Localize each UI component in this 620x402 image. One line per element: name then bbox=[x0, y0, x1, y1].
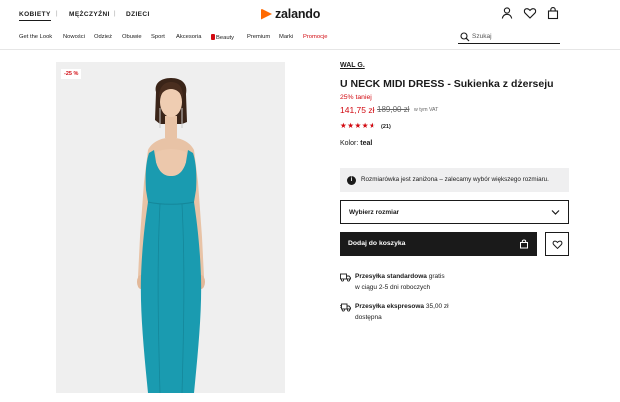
nav-item-beauty-label: Beauty bbox=[216, 35, 235, 41]
star-icon: ★ bbox=[361, 121, 369, 130]
nav-item-odziez[interactable]: Odzież bbox=[94, 34, 112, 40]
size-advice-banner: i Rozmiarówka jest zaniżona – zalecamy w… bbox=[340, 168, 569, 192]
nav-item-obuwie[interactable]: Obuwie bbox=[122, 34, 142, 40]
original-price: 189,00 zł bbox=[377, 105, 410, 114]
star-icon: ★ bbox=[354, 121, 362, 130]
heart-icon[interactable] bbox=[523, 6, 537, 20]
top-bar: KOBIETY | MĘŻCZYŹNI | DZIECI zalando bbox=[0, 0, 620, 28]
bag-icon[interactable] bbox=[546, 6, 560, 20]
nav-item-akcesoria[interactable]: Akcesoria bbox=[176, 34, 201, 40]
size-select[interactable]: Wybierz rozmiar bbox=[340, 200, 569, 224]
product-image[interactable]: -25 % bbox=[56, 62, 285, 393]
shipping-standard-detail: w ciągu 2-5 dni roboczych bbox=[355, 284, 431, 291]
add-to-cart-button[interactable]: Dodaj do koszyka bbox=[340, 232, 537, 256]
nav-item-beauty[interactable]: Beauty bbox=[211, 34, 234, 41]
gender-tab-kids[interactable]: DZIECI bbox=[126, 11, 150, 18]
nav-item-promocje[interactable]: Promocje bbox=[303, 34, 327, 40]
shipping-express-title: Przesyłka ekspresowa bbox=[355, 303, 425, 310]
shipping-standard-line: Przesyłka standardowa gratis bbox=[355, 273, 445, 280]
zalando-logo-mark bbox=[261, 8, 272, 20]
brand-link[interactable]: WAL G. bbox=[340, 62, 365, 69]
user-icon[interactable] bbox=[500, 6, 514, 20]
product-title: U NECK MIDI DRESS - Sukienka z dżerseju bbox=[340, 78, 554, 90]
nav-item-premium[interactable]: Premium bbox=[247, 34, 270, 40]
gender-tab-women[interactable]: KOBIETY bbox=[19, 11, 51, 21]
size-advice-text: Rozmiarówka jest zaniżona – zalecamy wyb… bbox=[361, 176, 549, 183]
size-select-label: Wybierz rozmiar bbox=[349, 209, 400, 216]
zalando-logo[interactable]: zalando bbox=[261, 6, 320, 22]
add-to-wishlist-button[interactable] bbox=[545, 232, 569, 256]
logo-text: zalando bbox=[275, 7, 321, 21]
chevron-down-icon bbox=[551, 210, 560, 215]
shipping-standard-price: gratis bbox=[428, 273, 445, 280]
discount-badge: -25 % bbox=[61, 69, 82, 79]
add-to-cart-label: Dodaj do koszyka bbox=[348, 240, 406, 247]
star-icon: ★ bbox=[340, 121, 347, 130]
color-value: teal bbox=[360, 140, 373, 147]
info-icon: i bbox=[347, 176, 356, 185]
discount-text: 25% taniej bbox=[340, 94, 372, 101]
rating-stars[interactable]: ★ ★ ★ ★ ★ bbox=[340, 122, 376, 130]
color-info: Kolor: teal bbox=[340, 140, 372, 147]
rating-count[interactable]: (21) bbox=[381, 124, 391, 130]
shipping-express-line: Przesyłka ekspresowa 35,00 zł bbox=[355, 303, 449, 310]
nav-item-sport[interactable]: Sport bbox=[151, 34, 165, 40]
nav-item-marki[interactable]: Marki bbox=[279, 34, 293, 40]
color-label: Kolor: bbox=[340, 140, 359, 147]
shipping-express-price: 35,00 zł bbox=[425, 303, 449, 310]
bag-icon bbox=[520, 239, 528, 249]
model-photo bbox=[137, 78, 205, 393]
search-bar[interactable] bbox=[458, 30, 560, 44]
star-icon: ★ bbox=[347, 121, 354, 130]
shipping-standard-title: Przesyłka standardowa bbox=[355, 273, 427, 280]
search-icon bbox=[460, 32, 470, 42]
fast-truck-icon bbox=[340, 303, 351, 312]
nav-item-nowosci[interactable]: Nowości bbox=[63, 34, 85, 40]
truck-icon bbox=[340, 273, 351, 282]
search-input[interactable] bbox=[472, 31, 558, 42]
half-star-icon: ★ bbox=[368, 121, 376, 130]
nav-item-get-the-look[interactable]: Get the Look bbox=[19, 34, 52, 40]
beauty-icon bbox=[211, 34, 215, 40]
shipping-express-detail: dostępna bbox=[355, 314, 382, 321]
current-price: 141,75 zł bbox=[340, 105, 375, 115]
nav-divider bbox=[0, 49, 620, 50]
separator: | bbox=[56, 11, 58, 17]
vat-note: w tym VAT bbox=[414, 107, 439, 113]
gender-tab-men[interactable]: MĘŻCZYŹNI bbox=[69, 11, 110, 18]
heart-icon bbox=[552, 240, 563, 250]
separator: | bbox=[114, 11, 116, 17]
